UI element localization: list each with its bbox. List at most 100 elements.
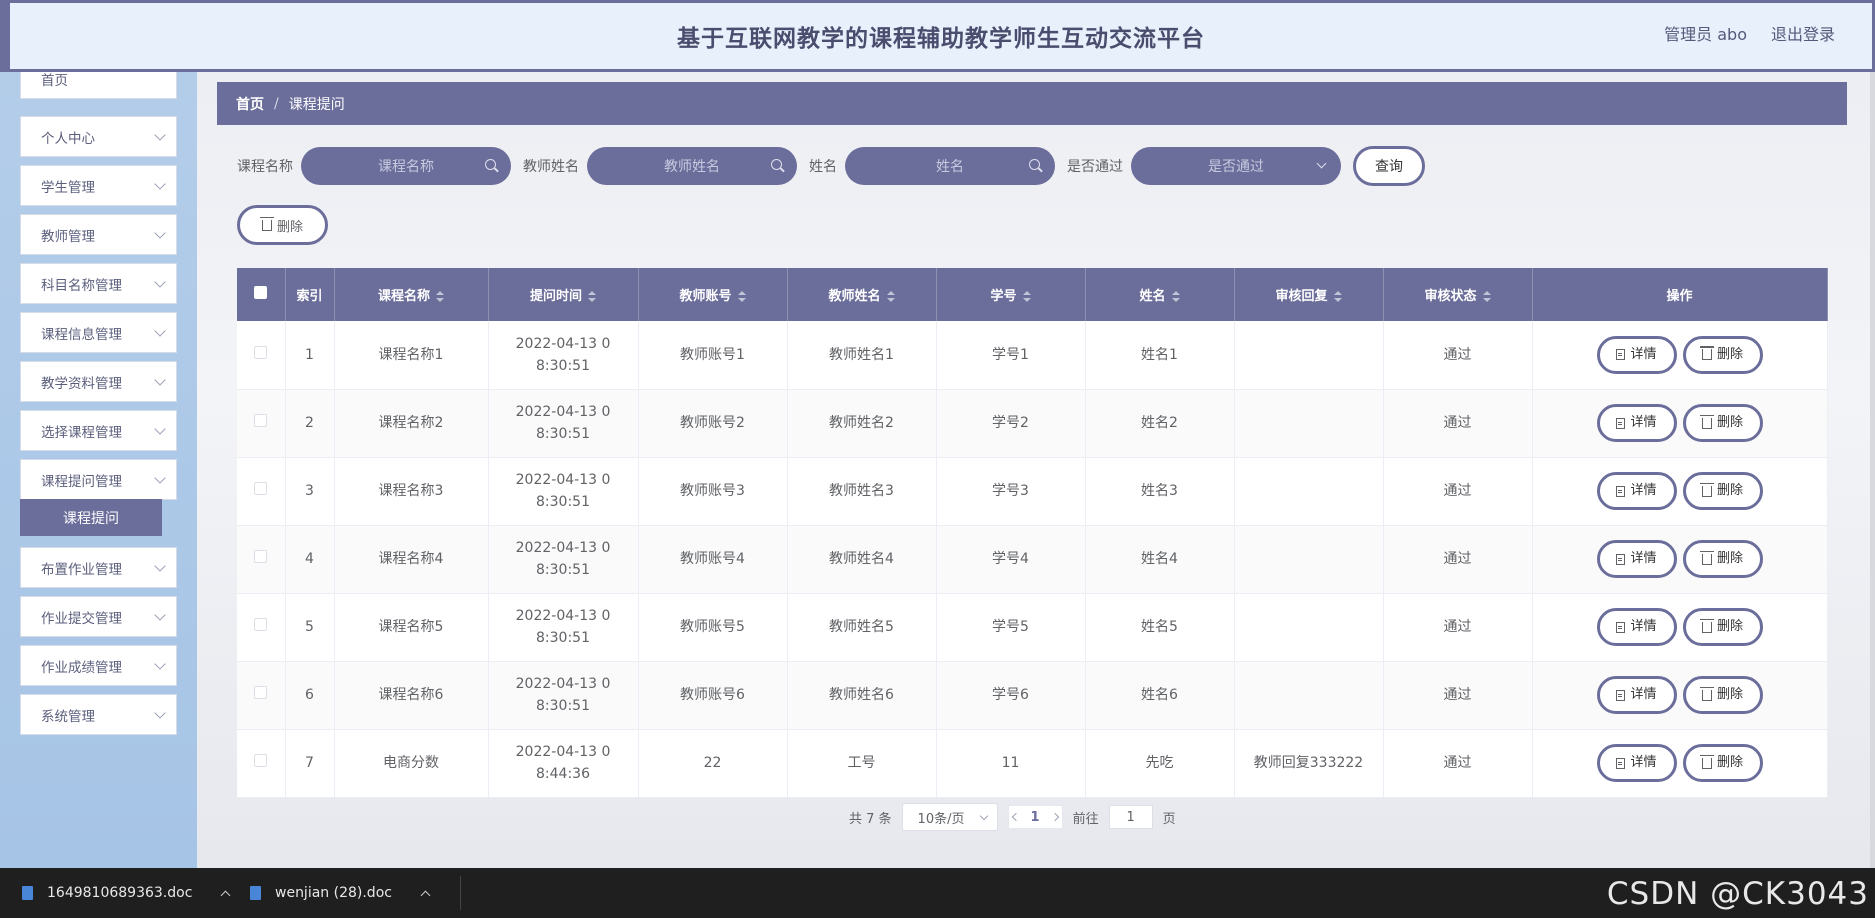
prev-page-icon[interactable] bbox=[1011, 812, 1020, 822]
app-title: 基于互联网教学的课程辅助教学师生互动交流平台 bbox=[677, 26, 1205, 52]
sort-icon[interactable] bbox=[1022, 290, 1031, 303]
column-header-course[interactable]: 课程名称 bbox=[334, 268, 489, 321]
row-checkbox[interactable] bbox=[254, 345, 268, 359]
query-button[interactable]: 查询 bbox=[1353, 146, 1425, 186]
sort-icon[interactable] bbox=[1171, 290, 1180, 303]
sidebar-item-label: 学生管理 bbox=[41, 179, 95, 196]
detail-button[interactable]: 详情 bbox=[1596, 608, 1677, 646]
row-select-cell[interactable] bbox=[237, 389, 286, 458]
sort-icon[interactable] bbox=[588, 290, 596, 303]
download-item-2[interactable]: wenjian (28).doc bbox=[250, 868, 431, 918]
pager: 1 bbox=[1007, 805, 1063, 829]
column-header-teacher-name[interactable]: 教师姓名 bbox=[787, 268, 937, 321]
row-checkbox[interactable] bbox=[254, 550, 268, 563]
chevron-up-icon[interactable] bbox=[220, 890, 231, 900]
trash-icon bbox=[259, 216, 274, 231]
sidebar-item-home[interactable]: 首页 bbox=[20, 72, 177, 99]
row-select-cell[interactable] bbox=[237, 457, 286, 526]
sort-icon[interactable] bbox=[737, 290, 746, 303]
detail-button[interactable]: 详情 bbox=[1596, 472, 1677, 510]
sidebar-item-label: 系统管理 bbox=[41, 708, 95, 725]
column-header-name[interactable]: 姓名 bbox=[1085, 268, 1235, 321]
page-size-select[interactable]: 10条/页 bbox=[901, 803, 998, 831]
column-header-student-no[interactable]: 学号 bbox=[936, 268, 1086, 321]
row-name: 姓名1 bbox=[1085, 321, 1235, 390]
detail-label: 详情 bbox=[1630, 755, 1657, 770]
detail-button[interactable]: 详情 bbox=[1596, 404, 1677, 442]
sidebar-item-course-questions[interactable]: 课程提问管理 bbox=[20, 459, 177, 500]
delete-button[interactable]: 删除 bbox=[1682, 608, 1763, 646]
table-row: 5 课程名称5 2022-04-13 08:30:51 教师账号5 教师姓名5 学号5 姓名… bbox=[237, 593, 1828, 662]
sidebar-item-teachers[interactable]: 教师管理 bbox=[20, 214, 177, 255]
chevron-up-icon[interactable] bbox=[420, 890, 431, 900]
select-all-cell[interactable] bbox=[237, 268, 286, 321]
header-user-area: 管理员 abo 退出登录 bbox=[1664, 0, 1835, 66]
row-select-cell[interactable] bbox=[237, 593, 286, 662]
sidebar-item-subjects[interactable]: 科目名称管理 bbox=[20, 263, 177, 304]
row-checkbox[interactable] bbox=[254, 414, 268, 427]
sidebar-item-personal-center[interactable]: 个人中心 bbox=[20, 116, 177, 157]
sort-icon[interactable] bbox=[1333, 290, 1342, 303]
goto-prefix: 前往 bbox=[1072, 811, 1099, 827]
sort-icon[interactable] bbox=[886, 290, 895, 303]
bulk-delete-button[interactable]: 删除 bbox=[237, 205, 328, 245]
goto-page-input[interactable] bbox=[1108, 805, 1153, 829]
column-header-reply[interactable]: 审核回复 bbox=[1234, 268, 1384, 321]
download-item-1[interactable]: 1649810689363.doc bbox=[22, 868, 231, 918]
row-select-cell[interactable] bbox=[237, 321, 286, 390]
next-page-icon[interactable] bbox=[1050, 812, 1059, 822]
student-name-input[interactable]: 姓名 bbox=[845, 147, 1055, 185]
detail-button[interactable]: 详情 bbox=[1596, 335, 1677, 374]
row-select-cell[interactable] bbox=[237, 525, 286, 594]
column-header-status[interactable]: 审核状态 bbox=[1383, 268, 1533, 321]
sort-icon[interactable] bbox=[436, 290, 444, 303]
sidebar-item-homework-submission[interactable]: 作业提交管理 bbox=[20, 596, 177, 637]
sidebar-item-assign-homework[interactable]: 布置作业管理 bbox=[20, 547, 177, 588]
row-teacher-name: 教师姓名3 bbox=[787, 457, 937, 526]
delete-button[interactable]: 删除 bbox=[1682, 676, 1763, 714]
sidebar-item-label: 首页 bbox=[41, 72, 68, 89]
detail-button[interactable]: 详情 bbox=[1596, 540, 1677, 578]
teacher-name-input[interactable]: 教师姓名 bbox=[587, 147, 797, 185]
row-teacher-account: 教师账号3 bbox=[638, 457, 788, 526]
row-actions: 详情 删除 bbox=[1532, 593, 1828, 662]
delete-button[interactable]: 删除 bbox=[1682, 335, 1763, 374]
delete-button[interactable]: 删除 bbox=[1682, 404, 1763, 442]
chevron-down-icon bbox=[154, 129, 166, 141]
trash-icon bbox=[1699, 686, 1714, 701]
delete-label: 删除 bbox=[1716, 755, 1743, 770]
sidebar-item-homework-grades[interactable]: 作业成绩管理 bbox=[20, 645, 177, 686]
row-checkbox[interactable] bbox=[254, 686, 268, 699]
delete-button[interactable]: 删除 bbox=[1682, 540, 1763, 578]
breadcrumb-home[interactable]: 首页 bbox=[236, 94, 264, 114]
row-status: 通过 bbox=[1383, 729, 1533, 798]
sidebar-item-course-selection[interactable]: 选择课程管理 bbox=[20, 410, 177, 451]
sidebar-item-system[interactable]: 系统管理 bbox=[20, 694, 177, 735]
page-number[interactable]: 1 bbox=[1031, 810, 1040, 825]
column-header-time[interactable]: 提问时间 bbox=[488, 268, 639, 321]
delete-button[interactable]: 删除 bbox=[1682, 472, 1763, 510]
row-select-cell[interactable] bbox=[237, 729, 286, 798]
sidebar-item-label: 教学资料管理 bbox=[41, 375, 122, 392]
page-scrollbar[interactable] bbox=[1870, 72, 1875, 868]
row-checkbox[interactable] bbox=[254, 754, 268, 767]
column-header-teacher-account[interactable]: 教师账号 bbox=[638, 268, 788, 321]
row-select-cell[interactable] bbox=[237, 661, 286, 730]
sidebar-item-materials[interactable]: 教学资料管理 bbox=[20, 361, 177, 402]
sort-icon[interactable] bbox=[1482, 290, 1491, 303]
select-all-checkbox[interactable] bbox=[254, 286, 268, 299]
passed-select[interactable]: 是否通过 bbox=[1131, 147, 1341, 185]
course-name-input[interactable]: 课程名称 bbox=[301, 147, 511, 185]
chevron-down-icon bbox=[154, 472, 166, 484]
sidebar-item-course-info[interactable]: 课程信息管理 bbox=[20, 312, 177, 353]
row-checkbox[interactable] bbox=[254, 482, 268, 495]
sidebar-subitem-course-questions[interactable]: 课程提问 bbox=[20, 499, 162, 536]
sidebar-item-students[interactable]: 学生管理 bbox=[20, 165, 177, 206]
table-row: 7 电商分数 2022-04-13 08:44:36 22 工号 11 先吃 教师回复3332… bbox=[237, 729, 1828, 798]
chevron-down-icon bbox=[154, 276, 166, 288]
detail-button[interactable]: 详情 bbox=[1596, 676, 1677, 714]
row-checkbox[interactable] bbox=[254, 618, 268, 631]
delete-button[interactable]: 删除 bbox=[1682, 744, 1763, 782]
logout-link[interactable]: 退出登录 bbox=[1771, 21, 1835, 45]
detail-button[interactable]: 详情 bbox=[1596, 744, 1677, 782]
